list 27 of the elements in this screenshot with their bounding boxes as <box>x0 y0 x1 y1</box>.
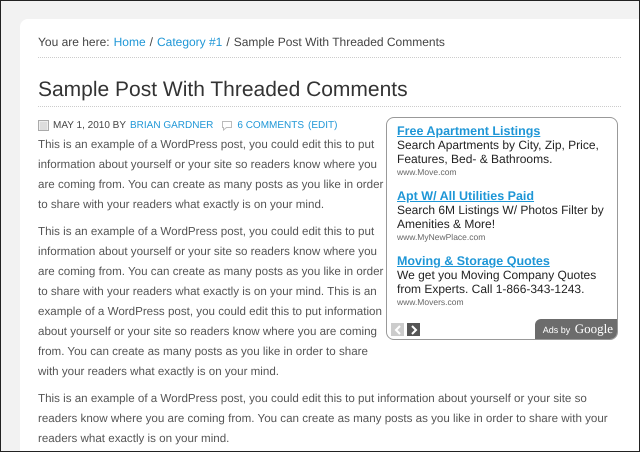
edit-link[interactable]: (EDIT) <box>308 120 338 130</box>
post-paragraph: This is an example of a WordPress post, you could edit this to put information about yourself or your site so readers know where you are coming from. You can create as many posts as you like in order to share with your readers what exactly is on your mind. <box>38 391 609 447</box>
ad-text: Search Apartments by City, Zip, Price, Features, Bed- & Bathrooms. <box>397 138 600 166</box>
ad-text: Search 6M Listings W/ Photos Filter by Amenities & More! <box>397 203 605 231</box>
post-title: Sample Post With Threaded Comments <box>38 78 621 107</box>
breadcrumb-separator: / <box>226 35 230 49</box>
breadcrumb-link[interactable]: Home <box>114 35 146 49</box>
ads-by-badge[interactable]: Ads by Google <box>534 319 617 339</box>
comments-link[interactable]: 6 COMMENTS <box>237 120 304 130</box>
ad-url: www.MyNewPlace.com <box>397 232 486 242</box>
breadcrumb-label: You are here: <box>38 35 110 49</box>
breadcrumb-separator: / <box>150 35 153 49</box>
post-paragraph: This is an example of a WordPress post, you could edit this to put information about yourself or your site so readers know where you are coming from. You can create as many posts as you like in order to share with your readers what exactly is on your mind. <box>38 137 384 213</box>
ad-url: www.Move.com <box>397 167 458 177</box>
ad-title-link[interactable]: Apt W/ All Utilities Paid <box>397 189 607 203</box>
post-date: MAY 1, 2010 BY <box>53 120 126 130</box>
ad-url: www.Movers.com <box>397 297 465 307</box>
ad-title-link[interactable]: Free Apartment Listings <box>397 124 607 138</box>
next-button[interactable] <box>407 323 420 336</box>
author-link[interactable]: BRIAN GARDNER <box>130 120 214 130</box>
post-paragraph: This is an example of a WordPress post, you could edit this to put information about yourself or your site so readers know where you are coming from. You can create as many posts as you like in order to share with your readers what exactly is on your mind. This is an example of a WordPress post, you could edit this to put information about yourself or your site so readers know where you are coming from. You can create as many posts as you like in order to share with your readers what exactly is on your mind. <box>38 224 384 380</box>
ad-text: We get you Moving Company Quotes from Experts. Call 1-866-343-1243. <box>397 268 598 296</box>
speech-bubble-icon <box>221 120 234 130</box>
ad-title-link[interactable]: Moving & Storage Quotes <box>397 254 607 268</box>
breadcrumb-link[interactable]: Category #1 <box>156 35 222 49</box>
calendar-icon <box>38 120 49 130</box>
breadcrumb-current: Sample Post With Threaded Comments <box>234 35 445 49</box>
